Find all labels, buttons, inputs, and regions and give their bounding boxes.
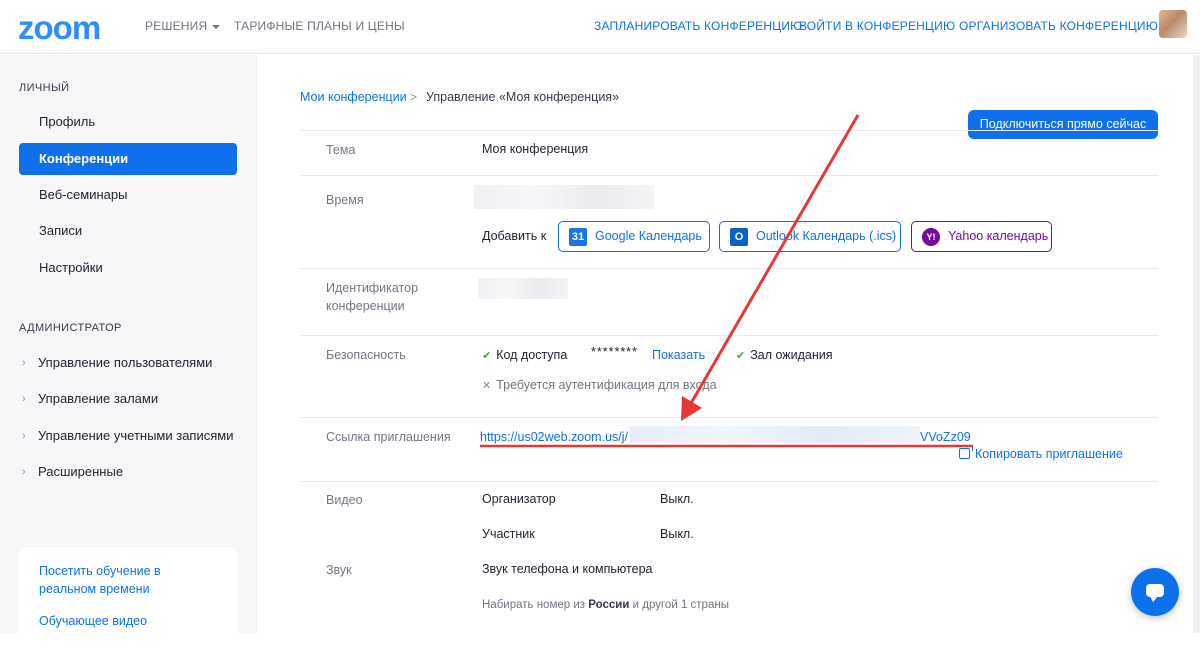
close-icon: ✕	[482, 380, 492, 392]
sidebar-item-profile[interactable]: Профиль	[19, 106, 237, 138]
audio-label: Звук	[326, 563, 352, 577]
nav-host-meeting[interactable]: ОРГАНИЗОВАТЬ КОНФЕРЕНЦИЮ	[959, 19, 1172, 33]
sidebar: ЛИЧНЫЙ Профиль Конференции Веб-семинары …	[0, 55, 257, 648]
top-header: zoom РЕШЕНИЯ ТАРИФНЫЕ ПЛАНЫ И ЦЕНЫ ЗАПЛА…	[0, 0, 1200, 54]
chevron-right-icon: ›	[22, 357, 26, 369]
check-icon: ✔	[736, 350, 746, 362]
row-divider	[300, 268, 1158, 269]
auth-required-label: Требуется аутентификация для входа	[496, 378, 717, 392]
nav-solutions[interactable]: РЕШЕНИЯ	[145, 19, 221, 33]
chevron-right-icon: ›	[22, 393, 26, 405]
copy-icon	[959, 445, 973, 459]
redacted-time	[474, 185, 654, 209]
nav-pricing[interactable]: ТАРИФНЫЕ ПЛАНЫ И ЦЕНЫ	[234, 19, 405, 33]
chevron-down-icon	[212, 24, 221, 29]
scrollbar-track[interactable]	[1193, 55, 1200, 633]
chat-icon	[1146, 584, 1164, 602]
outlook-calendar-button[interactable]: O Outlook Календарь (.ics)	[719, 221, 901, 252]
training-card: Посетить обучение в реальном времени Обу…	[19, 548, 237, 648]
video-label: Видео	[326, 493, 363, 507]
row-divider	[300, 417, 1158, 418]
admin-section-title: АДМИНИСТРАТОР	[19, 322, 122, 334]
sidebar-item-meetings[interactable]: Конференции	[19, 143, 237, 175]
sidebar-item-label: Расширенные	[38, 464, 124, 479]
nav-solutions-label: РЕШЕНИЯ	[145, 19, 208, 33]
check-icon: ✔	[482, 350, 492, 362]
copy-invitation-label: Копировать приглашение	[975, 447, 1123, 461]
dial-prefix: Набирать номер из	[482, 599, 589, 611]
sidebar-item-webinars[interactable]: Веб-семинары	[19, 179, 237, 211]
invite-link-start[interactable]: https://us02web.zoom.us/j/	[480, 430, 628, 444]
main-content: Мои конференции > Управление «Моя конфер…	[258, 55, 1200, 633]
topic-value: Моя конференция	[482, 142, 589, 156]
video-participant-value: Выкл.	[660, 527, 694, 541]
passcode-enabled: ✔ Код доступа	[482, 348, 567, 362]
sidebar-item-label: Управление учетными записями	[38, 428, 234, 443]
passcode-mask: ********	[591, 345, 638, 359]
audio-value: Звук телефона и компьютера	[482, 562, 653, 576]
sidebar-item-label: Управление залами	[38, 391, 159, 406]
video-participant-label: Участник	[482, 527, 535, 541]
add-to-calendar-label: Добавить к	[482, 229, 547, 243]
nav-schedule-meeting[interactable]: ЗАПЛАНИРОВАТЬ КОНФЕРЕНЦИЮ	[594, 19, 802, 33]
row-divider	[300, 175, 1158, 176]
invite-link-end[interactable]: VVoZz09	[920, 430, 971, 444]
outlook-calendar-label: Outlook Календарь (.ics)	[756, 229, 897, 243]
breadcrumb-separator: >	[410, 90, 418, 104]
chevron-right-icon: ›	[22, 466, 26, 478]
sidebar-item-room-management[interactable]: › Управление залами	[19, 384, 249, 414]
auth-required: ✕ Требуется аутентификация для входа	[482, 378, 717, 392]
show-passcode-link[interactable]: Показать	[652, 348, 705, 362]
security-label: Безопасность	[326, 348, 406, 362]
sidebar-item-advanced[interactable]: › Расширенные	[19, 457, 249, 487]
dial-suffix: и другой 1 страны	[629, 599, 729, 611]
yahoo-calendar-button[interactable]: Y! Yahoo календарь	[911, 221, 1052, 252]
sidebar-item-recordings[interactable]: Записи	[19, 215, 237, 247]
sidebar-item-account-management[interactable]: › Управление учетными записями	[19, 421, 249, 451]
sidebar-item-user-management[interactable]: › Управление пользователями	[19, 348, 249, 378]
sidebar-item-settings[interactable]: Настройки	[19, 252, 237, 284]
video-tutorials-link[interactable]: Обучающее видео	[39, 612, 217, 630]
time-label: Время	[326, 193, 364, 207]
nav-join-meeting[interactable]: ВОЙТИ В КОНФЕРЕНЦИЮ	[799, 19, 955, 33]
breadcrumb-my-meetings[interactable]: Мои конференции	[300, 90, 407, 104]
topic-label: Тема	[326, 143, 356, 157]
video-host-label: Организатор	[482, 492, 556, 506]
google-calendar-label: Google Календарь	[595, 229, 702, 243]
yahoo-icon: Y!	[922, 228, 940, 246]
chevron-right-icon: ›	[22, 430, 26, 442]
nav-host-meeting-label: ОРГАНИЗОВАТЬ КОНФЕРЕНЦИЮ	[959, 19, 1159, 33]
zoom-logo[interactable]: zoom	[18, 9, 101, 47]
chat-support-button[interactable]	[1131, 568, 1179, 616]
waiting-room-label: Зал ожидания	[750, 348, 833, 362]
row-divider	[300, 130, 1158, 131]
meeting-id-label: Идентификатор конференции	[326, 281, 419, 313]
google-calendar-button[interactable]: 31 Google Календарь	[558, 221, 710, 252]
breadcrumb-current: Управление «Моя конференция»	[426, 90, 620, 104]
waiting-room-enabled: ✔ Зал ожидания	[736, 348, 833, 362]
avatar[interactable]	[1159, 10, 1187, 38]
video-host-value: Выкл.	[660, 492, 694, 506]
start-meeting-button[interactable]: Подключиться прямо сейчас	[968, 110, 1158, 139]
google-calendar-icon: 31	[569, 228, 587, 246]
redacted-invite-link	[630, 426, 920, 443]
passcode-label: Код доступа	[496, 348, 568, 362]
copy-invitation-link[interactable]: Копировать приглашение	[959, 445, 1123, 461]
row-divider	[300, 335, 1158, 336]
sidebar-item-label: Управление пользователями	[38, 355, 213, 370]
dial-country: России	[588, 599, 630, 611]
live-training-link[interactable]: Посетить обучение в реальном времени	[39, 562, 217, 598]
dial-in-countries: Набирать номер из России и другой 1 стра…	[482, 599, 729, 611]
row-divider	[300, 481, 1158, 482]
outlook-icon: O	[730, 228, 748, 246]
yahoo-calendar-label: Yahoo календарь	[948, 229, 1049, 243]
redacted-meeting-id	[478, 278, 568, 299]
personal-section-title: ЛИЧНЫЙ	[19, 82, 70, 94]
invite-link-label: Ссылка приглашения	[326, 430, 451, 444]
